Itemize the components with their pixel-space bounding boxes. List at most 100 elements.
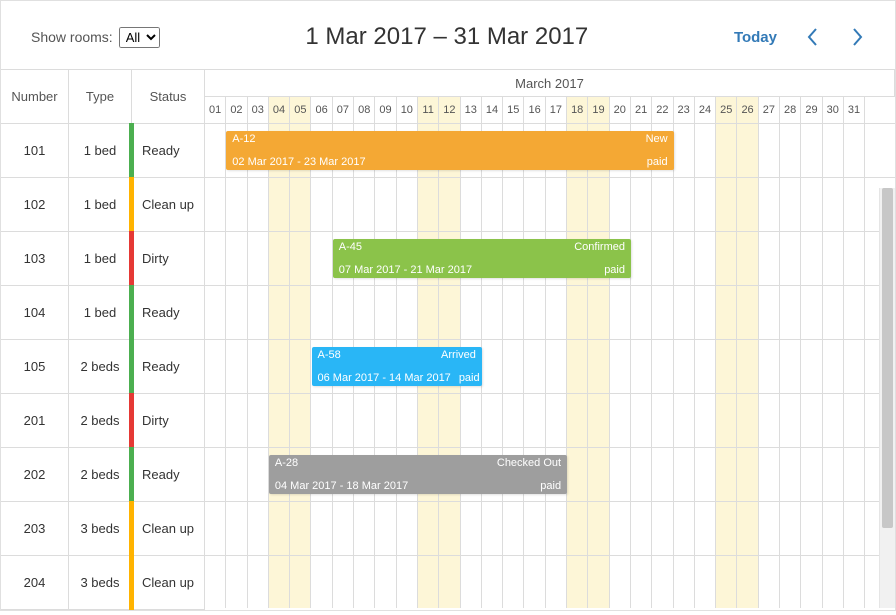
- room-type-cell: 1 bed: [69, 124, 132, 177]
- timeline-row[interactable]: A-12New02 Mar 2017 - 23 Mar 2017paid: [205, 124, 895, 178]
- rooms-filter-select[interactable]: All: [119, 27, 160, 48]
- timeline-cell: [311, 286, 332, 339]
- timeline-cell: [801, 448, 822, 501]
- timeline-cell: [269, 394, 290, 447]
- timeline-cell: [801, 394, 822, 447]
- room-status-cell: Ready: [132, 448, 205, 501]
- booking-bar[interactable]: A-28Checked Out04 Mar 2017 - 18 Mar 2017…: [269, 455, 567, 494]
- timeline-row[interactable]: [205, 502, 895, 556]
- room-type-cell: 1 bed: [69, 178, 132, 231]
- timeline-cell: [674, 502, 695, 555]
- timeline-cell: [716, 178, 737, 231]
- timeline-cell: [354, 286, 375, 339]
- timeline-pane[interactable]: March 2017 01020304050607080910111213141…: [205, 70, 895, 608]
- timeline-row[interactable]: [205, 394, 895, 448]
- booking-status: Arrived: [441, 349, 476, 361]
- timeline-cell: [546, 178, 567, 231]
- timeline-cell: [482, 394, 503, 447]
- timeline-cell: [375, 556, 396, 608]
- status-color-bar: [129, 393, 134, 448]
- day-header-cell: 01: [205, 97, 226, 123]
- timeline-cell: [759, 286, 780, 339]
- timeline-cell: [844, 232, 865, 285]
- booking-bar[interactable]: A-58Arrived06 Mar 2017 - 14 Mar 2017paid: [312, 347, 482, 386]
- timeline-cell: [695, 232, 716, 285]
- timeline-cell: [844, 286, 865, 339]
- day-header-cell: 20: [610, 97, 631, 123]
- timeline-cell: [503, 502, 524, 555]
- timeline-cell: [226, 178, 247, 231]
- timeline-cell: [631, 286, 652, 339]
- booking-dates: 02 Mar 2017 - 23 Mar 2017: [232, 156, 365, 168]
- timeline-row[interactable]: [205, 178, 895, 232]
- day-header-cell: 15: [503, 97, 524, 123]
- timeline-cell: [311, 556, 332, 608]
- timeline-row[interactable]: A-28Checked Out04 Mar 2017 - 18 Mar 2017…: [205, 448, 895, 502]
- timeline-cell: [375, 394, 396, 447]
- timeline-cell: [205, 232, 226, 285]
- timeline-cell: [737, 502, 758, 555]
- show-rooms-label: Show rooms:: [31, 29, 113, 45]
- today-button[interactable]: Today: [734, 29, 777, 46]
- day-header-cell: 16: [524, 97, 545, 123]
- day-header-cell: 02: [226, 97, 247, 123]
- timeline-cell: [652, 502, 673, 555]
- timeline-row[interactable]: A-45Confirmed07 Mar 2017 - 21 Mar 2017pa…: [205, 232, 895, 286]
- day-header-cell: 05: [290, 97, 311, 123]
- timeline-cell: [418, 286, 439, 339]
- timeline-cell: [823, 502, 844, 555]
- timeline-cell: [759, 394, 780, 447]
- timeline-cell: [631, 394, 652, 447]
- room-status-cell: Ready: [132, 340, 205, 393]
- timeline-cell: [524, 502, 545, 555]
- booking-code: A-28: [275, 457, 298, 469]
- month-header: March 2017: [205, 70, 895, 97]
- timeline-row[interactable]: [205, 286, 895, 340]
- timeline-cell: [290, 502, 311, 555]
- timeline-cell: [503, 556, 524, 608]
- timeline-cell: [503, 340, 524, 393]
- timeline-cell: [397, 286, 418, 339]
- timeline-cell: [844, 556, 865, 608]
- timeline-cell: [695, 286, 716, 339]
- timeline-cell: [716, 448, 737, 501]
- timeline-cell: [674, 556, 695, 608]
- room-row: 1041 bedReady: [1, 286, 205, 340]
- timeline-cell: [461, 178, 482, 231]
- room-type-cell: 1 bed: [69, 232, 132, 285]
- booking-bar[interactable]: A-12New02 Mar 2017 - 23 Mar 2017paid: [226, 131, 673, 170]
- room-number-cell: 101: [1, 124, 69, 177]
- timeline-cell: [801, 232, 822, 285]
- room-row: 2033 bedsClean up: [1, 502, 205, 556]
- day-header-cell: 07: [333, 97, 354, 123]
- timeline-cell: [397, 556, 418, 608]
- timeline-cell: [290, 232, 311, 285]
- timeline-cell: [759, 124, 780, 177]
- timeline-cell: [780, 502, 801, 555]
- timeline-cell: [674, 178, 695, 231]
- booking-bar[interactable]: A-45Confirmed07 Mar 2017 - 21 Mar 2017pa…: [333, 239, 631, 278]
- day-header-cell: 08: [354, 97, 375, 123]
- vertical-scrollbar[interactable]: [879, 188, 895, 608]
- timeline-cell: [674, 394, 695, 447]
- timeline-cell: [844, 448, 865, 501]
- day-header-cell: 30: [823, 97, 844, 123]
- timeline-cell: [610, 502, 631, 555]
- timeline-cell: [546, 340, 567, 393]
- timeline-cell: [801, 178, 822, 231]
- timeline-cell: [844, 178, 865, 231]
- timeline-cell: [737, 340, 758, 393]
- next-month-button[interactable]: [849, 27, 865, 47]
- timeline-row[interactable]: A-58Arrived06 Mar 2017 - 14 Mar 2017paid: [205, 340, 895, 394]
- timeline-cell: [801, 340, 822, 393]
- timeline-row[interactable]: [205, 556, 895, 608]
- booking-dates: 07 Mar 2017 - 21 Mar 2017: [339, 264, 472, 276]
- prev-month-button[interactable]: [805, 27, 821, 47]
- timeline-cell: [226, 286, 247, 339]
- timeline-cell: [375, 502, 396, 555]
- scrollbar-thumb[interactable]: [882, 188, 893, 528]
- timeline-cell: [695, 340, 716, 393]
- room-row: 2043 bedsClean up: [1, 556, 205, 610]
- timeline-cell: [737, 232, 758, 285]
- day-header-cell: 26: [737, 97, 758, 123]
